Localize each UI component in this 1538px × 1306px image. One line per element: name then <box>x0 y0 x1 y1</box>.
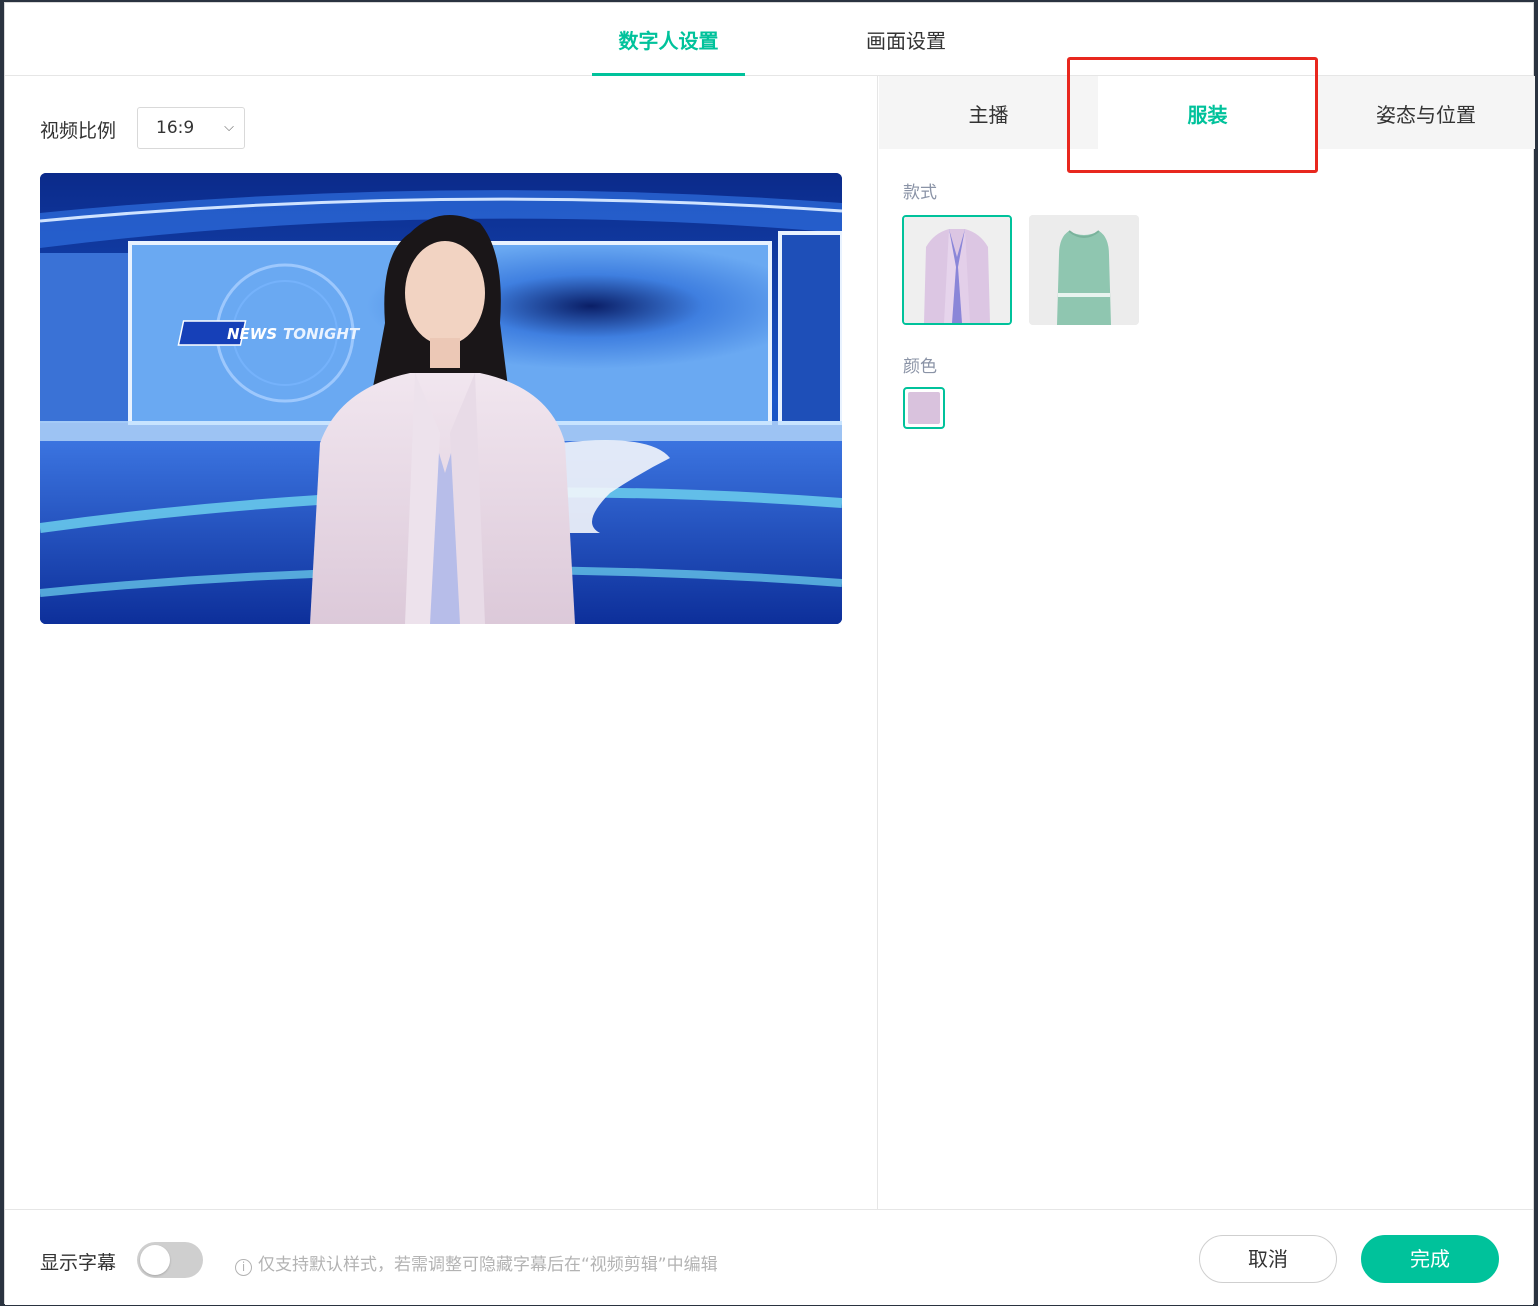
outfit-option-suit[interactable] <box>902 215 1012 325</box>
settings-panel: 主播 服装 姿态与位置 款式 颜色 <box>879 76 1535 1209</box>
digital-human-settings-dialog: 数字人设置 画面设置 视频比例 16:9 ⌵ NEWS TONIGHT 主播 服… <box>4 2 1535 1305</box>
dialog-footer: 显示字幕 i 仅支持默认样式，若需调整可隐藏字幕后在“视频剪辑”中编辑 取消 完成 <box>5 1209 1533 1305</box>
outfit-option-dress[interactable] <box>1029 215 1139 325</box>
show-subtitles-toggle[interactable] <box>137 1242 203 1278</box>
suit-jacket-thumbnail <box>904 217 1010 323</box>
tab-anchor[interactable]: 主播 <box>879 76 1098 149</box>
preview-tonight-text: TONIGHT <box>283 325 361 343</box>
color-swatch-fill <box>908 392 940 424</box>
info-icon: i <box>235 1259 252 1276</box>
video-ratio-label: 视频比例 <box>40 120 117 142</box>
video-preview: NEWS TONIGHT <box>40 173 842 624</box>
subtitle-hint: i 仅支持默认样式，若需调整可隐藏字幕后在“视频剪辑”中编辑 <box>235 1250 718 1276</box>
subtitle-hint-text: 仅支持默认样式，若需调整可隐藏字幕后在“视频剪辑”中编辑 <box>258 1255 718 1275</box>
video-ratio-select[interactable]: 16:9 ⌵ <box>137 107 245 149</box>
chevron-down-icon: ⌵ <box>224 120 234 135</box>
preview-news-text: NEWS <box>227 325 277 343</box>
show-subtitles-label: 显示字幕 <box>40 1252 117 1274</box>
dress-thumbnail <box>1029 215 1139 325</box>
tab-pose-position[interactable]: 姿态与位置 <box>1317 76 1535 149</box>
cancel-button[interactable]: 取消 <box>1199 1235 1337 1283</box>
toggle-knob <box>140 1245 170 1275</box>
done-button[interactable]: 完成 <box>1361 1235 1499 1283</box>
tab-digital-human-settings[interactable]: 数字人设置 <box>592 3 745 76</box>
style-section-label: 款式 <box>903 183 937 203</box>
video-ratio-value: 16:9 <box>156 118 195 138</box>
preview-panel: 视频比例 16:9 ⌵ NEWS TONIGHT <box>5 76 878 1209</box>
highlight-annotation-box <box>1067 57 1318 173</box>
news-studio-preview-image: NEWS TONIGHT <box>40 173 842 624</box>
tab-scene-settings[interactable]: 画面设置 <box>843 3 969 75</box>
color-section-label: 颜色 <box>903 357 937 377</box>
color-swatch-lilac[interactable] <box>903 387 945 429</box>
